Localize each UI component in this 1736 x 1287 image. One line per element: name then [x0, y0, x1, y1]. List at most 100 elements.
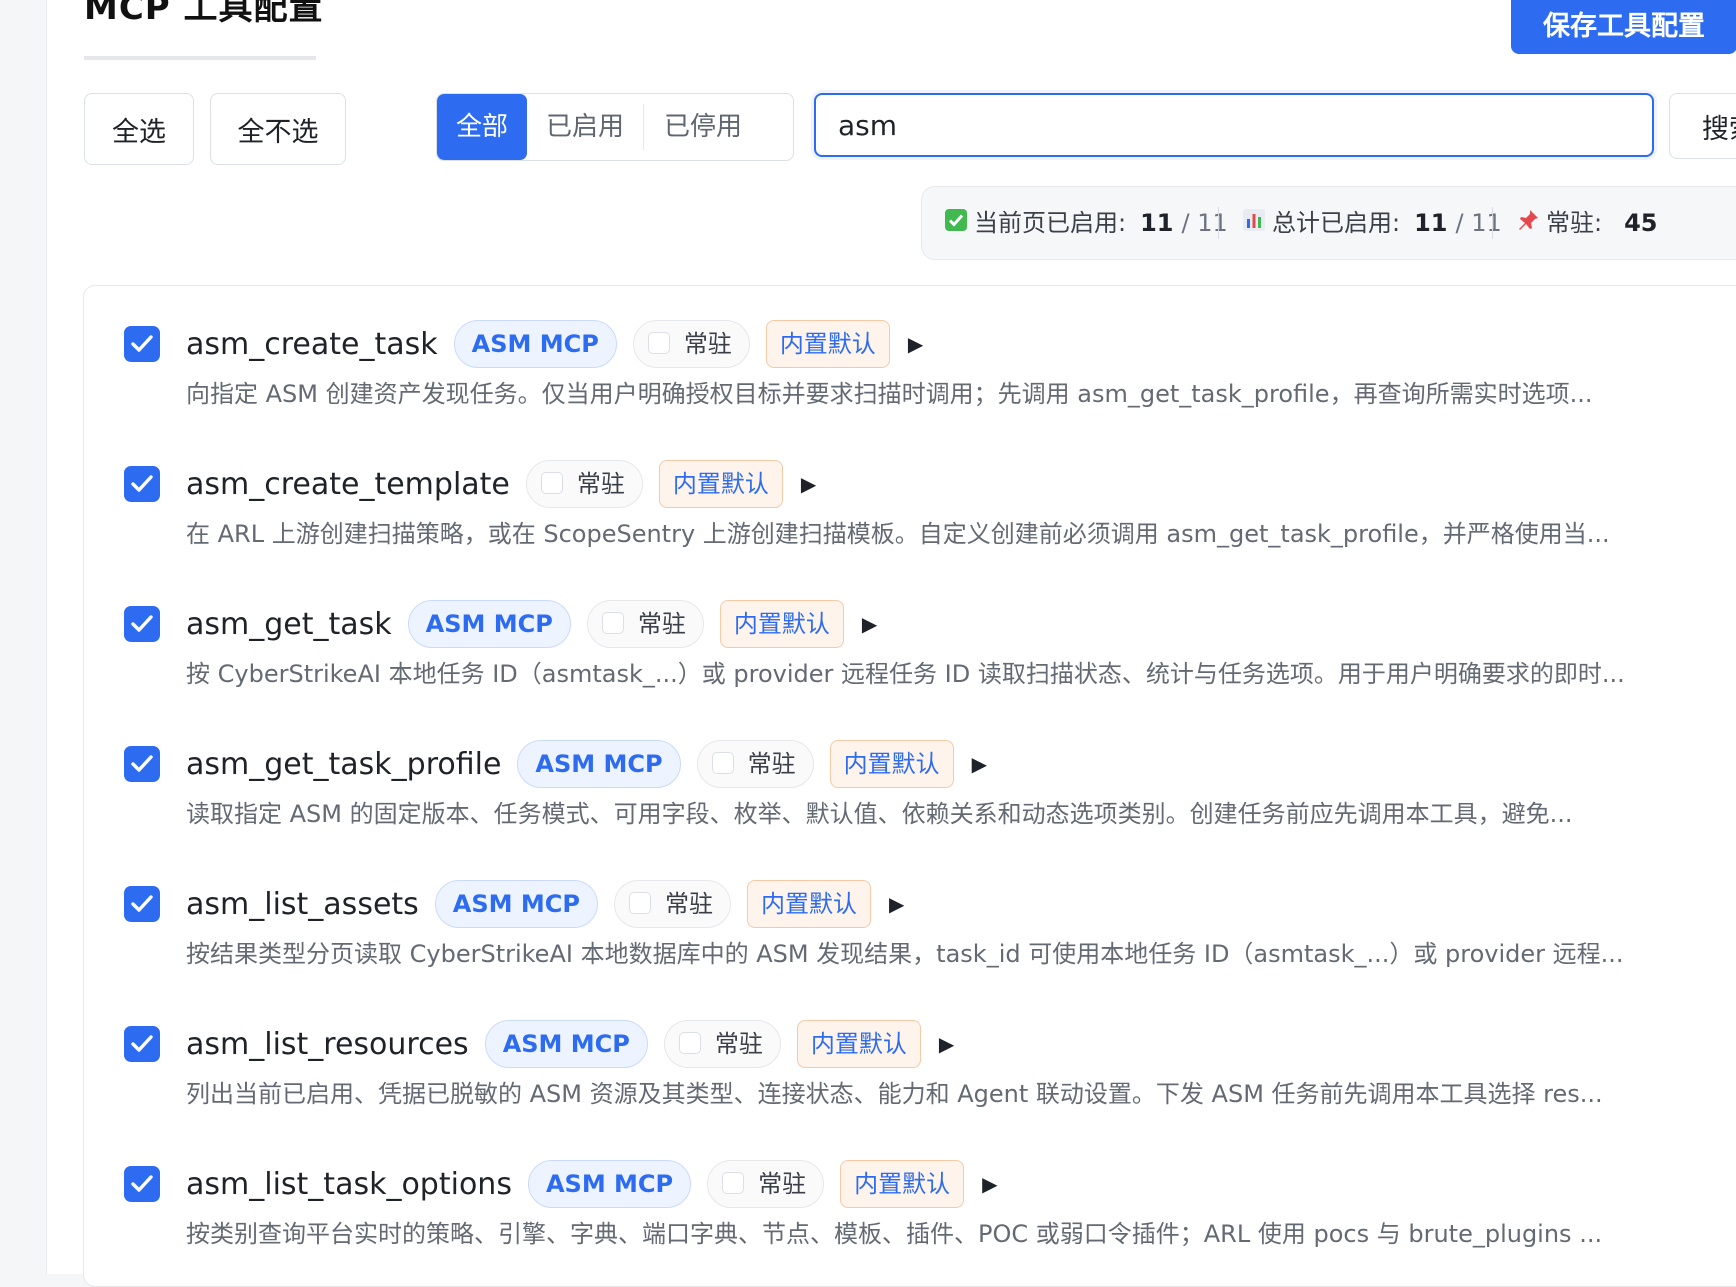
- pin-toggle[interactable]: 常驻: [696, 740, 814, 788]
- pin-label: 常驻: [747, 750, 796, 778]
- filter-disabled[interactable]: 已停用: [644, 94, 762, 160]
- stats-divider: [1218, 207, 1219, 239]
- filter-enabled[interactable]: 已启用: [527, 94, 643, 160]
- mcp-tag: ASM MCP: [527, 1160, 692, 1208]
- tool-tags: ASM MCP 常驻 内置默认 ▶: [453, 320, 923, 368]
- tool-checkbox[interactable]: [124, 886, 160, 922]
- pin-icon: [1516, 188, 1540, 260]
- stats-divider: [1492, 207, 1493, 239]
- expand-arrow-icon[interactable]: ▶: [801, 472, 816, 496]
- title-underline: [84, 56, 316, 60]
- tool-tags: ASM MCP 常驻 内置默认 ▶: [527, 1160, 998, 1208]
- default-tag: 内置默认: [840, 1160, 965, 1208]
- tool-description: 列出当前已启用、凭据已脱敏的 ASM 资源及其类型、连接状态、能力和 Agent…: [186, 1080, 1603, 1108]
- tool-header: asm_create_task ASM MCP 常驻 内置默认 ▶: [186, 320, 923, 368]
- pin-checkbox-icon[interactable]: [601, 612, 624, 634]
- tool-name: asm_list_task_options: [186, 1166, 512, 1202]
- tool-item: asm_get_task_profile ASM MCP 常驻 内置默认 ▶ 读…: [84, 706, 1736, 846]
- tool-checkbox[interactable]: [124, 326, 160, 362]
- pin-label: 常驻: [637, 610, 686, 638]
- status-filter: 全部 已启用 已停用: [436, 93, 794, 161]
- tool-checkbox[interactable]: [124, 466, 160, 502]
- tool-checkbox[interactable]: [124, 1166, 160, 1202]
- default-tag: 内置默认: [719, 600, 844, 648]
- pin-label: 常驻: [576, 470, 625, 498]
- pin-checkbox-icon[interactable]: [722, 1172, 745, 1194]
- check-icon: [131, 475, 153, 492]
- select-all-button[interactable]: 全选: [84, 93, 194, 165]
- check-icon: [131, 1035, 153, 1052]
- tool-header: asm_create_template 常驻 内置默认 ▶: [186, 460, 816, 508]
- tool-name: asm_create_template: [186, 466, 510, 502]
- stat-total-enabled-label: 总计已启用:: [1272, 209, 1401, 237]
- stat-page-enabled: 当前页已启用: 11/ 11: [944, 187, 1228, 259]
- pin-checkbox-icon[interactable]: [678, 1032, 701, 1054]
- expand-arrow-icon[interactable]: ▶: [908, 332, 923, 356]
- tool-description: 按结果类型分页读取 CyberStrikeAI 本地数据库中的 ASM 发现结果…: [186, 940, 1624, 968]
- filter-all[interactable]: 全部: [437, 94, 527, 160]
- pin-toggle[interactable]: 常驻: [586, 600, 704, 648]
- tool-list: asm_create_task ASM MCP 常驻 内置默认 ▶ 向指定 AS…: [83, 285, 1736, 1287]
- select-none-button[interactable]: 全不选: [210, 93, 346, 165]
- expand-arrow-icon[interactable]: ▶: [889, 892, 904, 916]
- page-title: MCP 工具配置: [84, 0, 324, 28]
- stat-page-enabled-value: 11: [1140, 209, 1174, 237]
- tool-tags: ASM MCP 常驻 内置默认 ▶: [407, 600, 877, 648]
- tool-checkbox[interactable]: [124, 606, 160, 642]
- mcp-tag: ASM MCP: [407, 600, 571, 648]
- pin-label: 常驻: [758, 1170, 807, 1198]
- tool-tags: ASM MCP 常驻 内置默认 ▶: [517, 740, 987, 788]
- stats-bar: 当前页已启用: 11/ 11 总计已启用: 11/ 11 常驻: 45: [921, 186, 1736, 260]
- tool-description: 按 CyberStrikeAI 本地任务 ID（asmtask_...）或 pr…: [186, 660, 1625, 688]
- default-tag: 内置默认: [796, 1020, 921, 1068]
- tool-tags: ASM MCP 常驻 内置默认 ▶: [484, 1020, 954, 1068]
- tool-header: asm_list_task_options ASM MCP 常驻 内置默认 ▶: [186, 1160, 998, 1208]
- save-config-button[interactable]: 保存工具配置: [1511, 0, 1736, 54]
- tool-header: asm_list_assets ASM MCP 常驻 内置默认 ▶: [186, 880, 904, 928]
- tool-description: 按类别查询平台实时的策略、引擎、字典、端口字典、节点、模板、插件、POC 或弱口…: [186, 1220, 1603, 1248]
- search-button[interactable]: 搜索: [1669, 93, 1736, 159]
- pin-toggle[interactable]: 常驻: [525, 460, 643, 508]
- pin-checkbox-icon[interactable]: [711, 752, 734, 774]
- tool-header: asm_list_resources ASM MCP 常驻 内置默认 ▶: [186, 1020, 954, 1068]
- pin-toggle[interactable]: 常驻: [632, 320, 750, 368]
- tool-description: 在 ARL 上游创建扫描策略，或在 ScopeSentry 上游创建扫描模板。自…: [186, 520, 1610, 548]
- tool-item: asm_create_task ASM MCP 常驻 内置默认 ▶ 向指定 AS…: [84, 286, 1736, 426]
- expand-arrow-icon[interactable]: ▶: [972, 752, 987, 776]
- tool-header: asm_get_task_profile ASM MCP 常驻 内置默认 ▶: [186, 740, 987, 788]
- tool-checkbox[interactable]: [124, 746, 160, 782]
- tool-name: asm_create_task: [186, 326, 438, 362]
- checkmark-icon: [944, 188, 968, 260]
- default-tag: 内置默认: [658, 460, 783, 508]
- tool-item: asm_create_template 常驻 内置默认 ▶ 在 ARL 上游创建…: [84, 426, 1736, 566]
- tool-header: asm_get_task ASM MCP 常驻 内置默认 ▶: [186, 600, 877, 648]
- stat-page-enabled-label: 当前页已启用:: [974, 209, 1127, 237]
- default-tag: 内置默认: [746, 880, 871, 928]
- search-input[interactable]: [814, 93, 1654, 157]
- tool-item: asm_list_task_options ASM MCP 常驻 内置默认 ▶ …: [84, 1126, 1736, 1266]
- pin-toggle[interactable]: 常驻: [613, 880, 731, 928]
- pin-checkbox-icon[interactable]: [647, 332, 670, 354]
- expand-arrow-icon[interactable]: ▶: [862, 612, 877, 636]
- tool-tags: ASM MCP 常驻 内置默认 ▶: [434, 880, 904, 928]
- tool-config-panel: MCP 工具配置 保存工具配置 全选 全不选 全部 已启用 已停用 搜索 当前页…: [46, 0, 1736, 1287]
- default-tag: 内置默认: [829, 740, 954, 788]
- pin-checkbox-icon[interactable]: [540, 472, 563, 494]
- stat-pinned-label: 常驻:: [1546, 209, 1603, 237]
- tool-checkbox[interactable]: [124, 1026, 160, 1062]
- mcp-tag: ASM MCP: [517, 740, 681, 788]
- pin-label: 常驻: [683, 330, 732, 358]
- pin-label: 常驻: [664, 890, 713, 918]
- expand-arrow-icon[interactable]: ▶: [982, 1172, 997, 1196]
- check-icon: [131, 615, 153, 632]
- tool-tags: 常驻 内置默认 ▶: [525, 460, 816, 508]
- pin-checkbox-icon[interactable]: [628, 892, 651, 914]
- tool-name: asm_list_assets: [186, 886, 419, 922]
- tool-item: asm_list_assets ASM MCP 常驻 内置默认 ▶ 按结果类型分…: [84, 846, 1736, 986]
- expand-arrow-icon[interactable]: ▶: [939, 1032, 954, 1056]
- tool-item: asm_get_task ASM MCP 常驻 内置默认 ▶ 按 CyberSt…: [84, 566, 1736, 706]
- check-icon: [131, 1175, 153, 1192]
- pin-toggle[interactable]: 常驻: [663, 1020, 781, 1068]
- pin-toggle[interactable]: 常驻: [707, 1160, 825, 1208]
- tool-name: asm_get_task_profile: [186, 746, 502, 782]
